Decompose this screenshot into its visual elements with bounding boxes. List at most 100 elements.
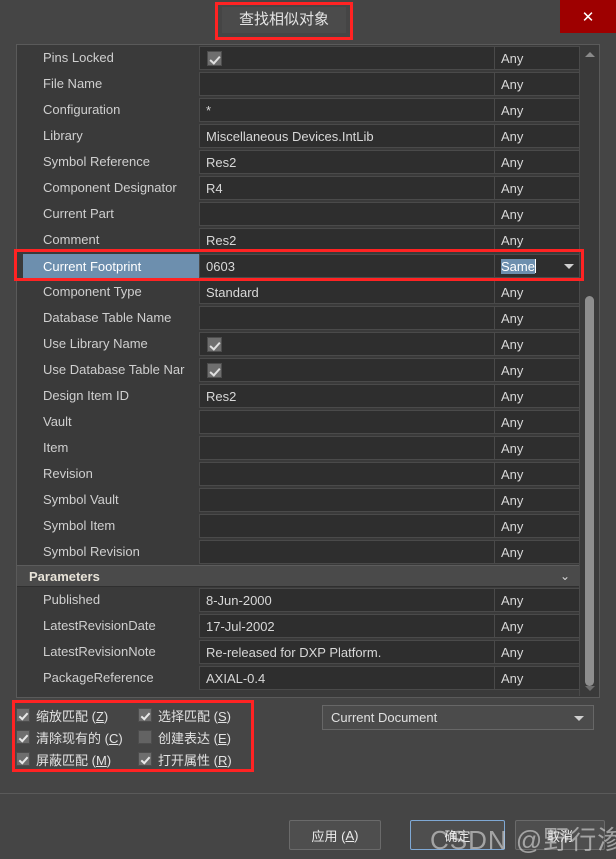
row-value[interactable]: Standard [199, 280, 495, 304]
scroll-down-icon[interactable] [580, 680, 599, 696]
row-value[interactable] [199, 540, 495, 564]
table-row[interactable]: File Name Any [17, 71, 583, 97]
row-label: File Name [43, 76, 103, 91]
row-match-mode[interactable]: Any [495, 46, 583, 70]
checkbox-create-expression[interactable]: 创建表达 (E) [138, 726, 246, 748]
row-value[interactable]: Res2 [199, 384, 495, 408]
group-header-parameters[interactable]: Parameters ⌄ [17, 565, 580, 587]
row-match-mode[interactable]: Any [495, 176, 583, 200]
row-value[interactable] [199, 514, 495, 538]
table-row[interactable]: Component Type Standard Any [17, 279, 583, 305]
row-match-mode[interactable]: Any [495, 150, 583, 174]
checkbox-mask-matching[interactable]: 屏蔽匹配 (M) [16, 748, 138, 770]
row-value[interactable] [199, 436, 495, 460]
checkbox-icon[interactable] [207, 337, 222, 352]
row-match-mode[interactable]: Any [495, 358, 583, 382]
checkbox-label: 屏蔽匹配 (M) [36, 752, 112, 768]
row-match-mode[interactable]: Any [495, 588, 583, 612]
table-row[interactable]: LatestRevisionNote Re-released for DXP Pl… [17, 639, 583, 665]
scope-dropdown[interactable]: Current Document [322, 705, 594, 730]
row-match-mode[interactable]: Any [495, 410, 583, 434]
row-value[interactable] [199, 46, 495, 70]
row-value[interactable] [199, 306, 495, 330]
table-row[interactable]: Use Library Name Any [17, 331, 583, 357]
row-value[interactable] [199, 72, 495, 96]
row-value[interactable] [199, 410, 495, 434]
checkbox-label: 选择匹配 (S) [158, 708, 231, 724]
table-row[interactable]: Symbol Revision Any [17, 539, 583, 565]
row-match-mode[interactable]: Any [495, 306, 583, 330]
row-value[interactable] [199, 332, 495, 356]
table-row[interactable]: Use Database Table Nar Any [17, 357, 583, 383]
table-row[interactable]: Symbol Item Any [17, 513, 583, 539]
row-match-mode[interactable]: Any [495, 124, 583, 148]
row-value[interactable]: Res2 [199, 150, 495, 174]
row-match-mode[interactable]: Any [495, 666, 583, 690]
row-match-mode[interactable]: Any [495, 98, 583, 122]
table-row[interactable]: Configuration * Any [17, 97, 583, 123]
scrollbar-thumb[interactable] [585, 296, 594, 686]
table-row[interactable]: Comment Res2 Any [17, 227, 583, 253]
table-row[interactable]: Current Part Any [17, 201, 583, 227]
checkbox-box [138, 730, 152, 744]
row-match-mode[interactable]: Any [495, 332, 583, 356]
table-row[interactable]: LatestRevisionDate 17-Jul-2002 Any [17, 613, 583, 639]
row-match-mode[interactable]: Any [495, 540, 583, 564]
row-match-mode[interactable]: Any [495, 228, 583, 252]
row-value[interactable] [199, 358, 495, 382]
chevron-double-down-icon[interactable]: ⌄ [560, 569, 570, 583]
checkbox-run-inspector[interactable]: 打开属性 (R) [138, 748, 246, 770]
table-row[interactable]: Vault Any [17, 409, 583, 435]
row-match-mode[interactable]: Any [495, 280, 583, 304]
row-match-mode[interactable]: Any [495, 640, 583, 664]
checkbox-icon[interactable] [207, 363, 222, 378]
table-row[interactable]: Symbol Vault Any [17, 487, 583, 513]
table-row[interactable]: Revision Any [17, 461, 583, 487]
row-value[interactable]: 0603 [199, 254, 495, 278]
table-row[interactable]: Item Any [17, 435, 583, 461]
row-value[interactable]: 8-Jun-2000 [199, 588, 495, 612]
row-value[interactable]: AXIAL-0.4 [199, 666, 495, 690]
checkbox-zoom-matching[interactable]: 缩放匹配 (Z) [16, 704, 138, 726]
row-match-mode[interactable]: Any [495, 384, 583, 408]
apply-button[interactable]: 应用 (A) [289, 820, 381, 850]
table-row[interactable]: Database Table Name Any [17, 305, 583, 331]
row-value[interactable]: R4 [199, 176, 495, 200]
row-value[interactable]: 17-Jul-2002 [199, 614, 495, 638]
checkbox-select-matching[interactable]: 选择匹配 (S) [138, 704, 246, 726]
row-match-mode[interactable]: Any [495, 462, 583, 486]
row-value[interactable] [199, 462, 495, 486]
row-value[interactable]: Miscellaneous Devices.IntLib [199, 124, 495, 148]
checkbox-clear-existing[interactable]: 清除现有的 (C) [16, 726, 138, 748]
row-match-mode[interactable]: Same [495, 254, 583, 278]
table-row[interactable]: Current Footprint 0603 Same [17, 253, 583, 279]
table-row[interactable]: PackageReference AXIAL-0.4 Any [17, 665, 583, 691]
table-row[interactable]: Design Item ID Res2 Any [17, 383, 583, 409]
row-match-mode[interactable]: Any [495, 202, 583, 226]
row-label: Revision [43, 466, 93, 481]
checkbox-icon[interactable] [207, 51, 222, 66]
row-value[interactable]: * [199, 98, 495, 122]
row-label: Comment [43, 232, 100, 247]
row-value[interactable]: Re-released for DXP Platform. [199, 640, 495, 664]
table-row[interactable]: Published 8-Jun-2000 Any [17, 587, 583, 613]
row-value[interactable] [199, 202, 495, 226]
table-row[interactable]: Library Miscellaneous Devices.IntLib Any [17, 123, 583, 149]
list-scrollbar[interactable] [579, 46, 598, 696]
row-match-mode[interactable]: Any [495, 488, 583, 512]
ok-button[interactable]: 确定 [410, 820, 505, 850]
chevron-down-icon[interactable] [564, 264, 574, 269]
row-value[interactable]: Res2 [199, 228, 495, 252]
row-value[interactable] [199, 488, 495, 512]
row-match-mode[interactable]: Any [495, 614, 583, 638]
table-row[interactable]: Symbol Reference Res2 Any [17, 149, 583, 175]
title-bar: 查找相似对象 ✕ [0, 0, 616, 40]
row-match-mode[interactable]: Any [495, 514, 583, 538]
close-icon[interactable]: ✕ [560, 0, 616, 33]
row-match-mode[interactable]: Any [495, 72, 583, 96]
table-row[interactable]: Pins Locked Any [17, 45, 583, 71]
table-row[interactable]: Component Designator R4 Any [17, 175, 583, 201]
scroll-up-icon[interactable] [580, 46, 599, 62]
row-match-mode[interactable]: Any [495, 436, 583, 460]
cancel-button[interactable]: 取消 [515, 820, 605, 850]
